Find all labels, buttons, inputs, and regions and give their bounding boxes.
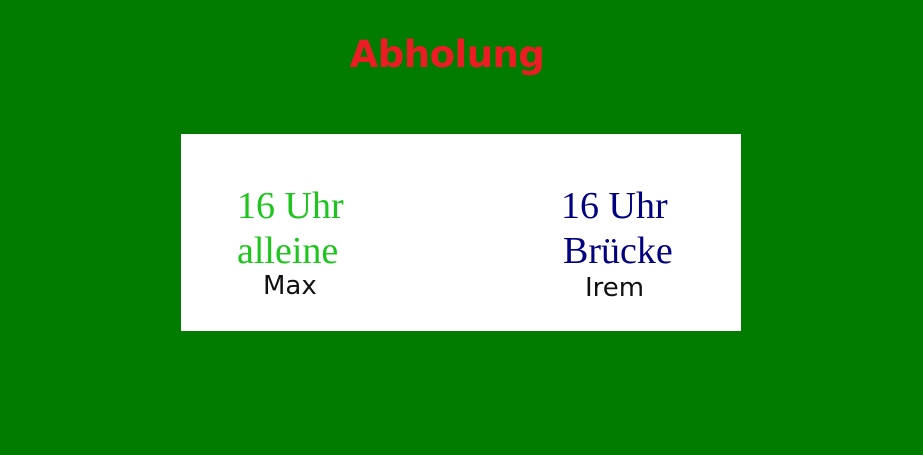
page-title: Abholung (349, 33, 545, 76)
pickup-place-max: alleine (237, 230, 339, 272)
child-name-max: Max (263, 271, 317, 301)
child-name-irem: Irem (585, 273, 645, 303)
pickup-time-max: 16 Uhr (237, 185, 344, 227)
pickup-time-irem: 16 Uhr (561, 185, 668, 227)
pickup-place-irem: Brücke (563, 230, 673, 272)
pickup-card: 16 Uhr alleine Max 16 Uhr Brücke Irem (181, 134, 741, 331)
pickup-entry-irem: 16 Uhr Brücke (561, 184, 673, 274)
pickup-entry-max: 16 Uhr alleine (237, 184, 344, 274)
